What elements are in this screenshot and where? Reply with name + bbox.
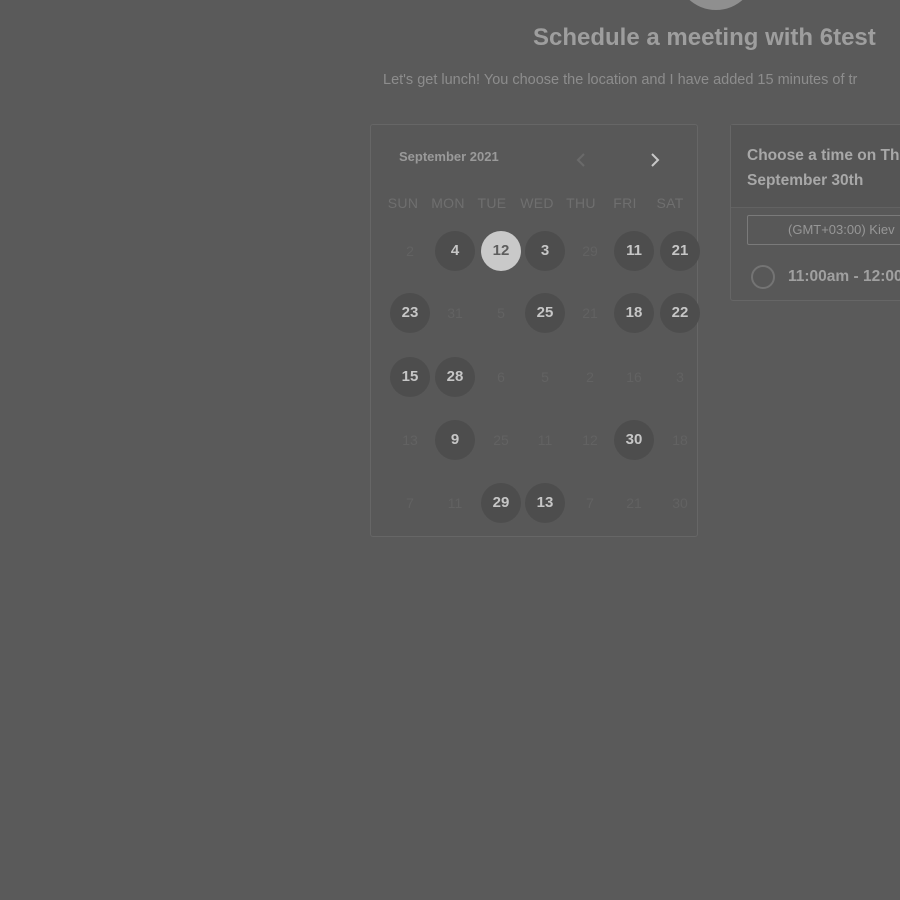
weekday-tue: TUE [477,195,507,211]
calendar-day[interactable]: 22 [660,293,700,333]
calendar-day: 2 [406,243,414,259]
date-picker-calendar: September 2021 SUN MON TUE WED THU FRI S… [370,124,700,537]
calendar-day[interactable]: 3 [525,231,565,271]
page-title: Schedule a meeting with 6test [533,24,876,51]
calendar-day: 18 [672,432,688,448]
time-panel-heading-line1: Choose a time on Th [747,147,900,164]
calendar-day: 3 [676,369,684,385]
calendar-day[interactable]: 11 [614,231,654,271]
calendar-day: 11 [537,432,553,448]
calendar-day: 7 [406,495,414,511]
timezone-select[interactable]: (GMT+03:00) Kiev [747,215,900,245]
time-slot-option[interactable]: 11:00am - 12:00 [751,265,900,291]
calendar-day[interactable]: 18 [614,293,654,333]
calendar-day[interactable]: 21 [660,231,700,271]
weekday-sat: SAT [656,195,684,211]
weekday-sun: SUN [387,195,419,211]
time-slot-label: 11:00am - 12:00 [788,268,900,285]
calendar-day: 5 [497,305,505,321]
time-panel-header: Choose a time on Th September 30th [731,125,900,208]
calendar-day[interactable]: 28 [435,357,475,397]
calendar-day[interactable]: 9 [435,420,475,460]
calendar-day[interactable]: 4 [435,231,475,271]
time-slot-panel: Choose a time on Th September 30th (GMT+… [730,124,900,301]
weekday-wed: WED [520,195,554,211]
calendar-day[interactable]: 13 [525,483,565,523]
next-month-button[interactable] [647,150,663,170]
calendar-day: 12 [582,432,598,448]
host-avatar [676,0,756,10]
calendar-day[interactable]: 29 [481,483,521,523]
calendar-day: 21 [626,495,642,511]
calendar-day: 29 [582,243,598,259]
calendar-day: 2 [586,369,594,385]
scheduling-page: Schedule a meeting with 6test Let's get … [0,0,900,900]
weekday-fri: FRI [613,195,637,211]
calendar-day: 31 [447,305,463,321]
weekday-header: SUN MON TUE WED THU FRI SAT [381,195,693,211]
time-panel-heading: Choose a time on Th September 30th [747,143,900,193]
calendar-day: 11 [447,495,463,511]
calendar-day: 6 [497,369,505,385]
calendar-day: 25 [493,432,509,448]
chevron-right-icon [651,153,660,167]
time-slot-radio[interactable] [751,265,775,289]
calendar-day: 13 [402,432,418,448]
time-panel-heading-line2: September 30th [747,172,864,189]
calendar-day[interactable]: 23 [390,293,430,333]
meeting-description: Let's get lunch! You choose the location… [383,72,858,88]
prev-month-button[interactable] [574,150,590,170]
calendar-day: 5 [541,369,549,385]
calendar-day: 21 [582,305,598,321]
calendar-day: 30 [672,495,688,511]
calendar-day[interactable]: 12 [481,231,521,271]
calendar-month-label: September 2021 [399,149,499,164]
weekday-thu: THU [566,195,596,211]
weekday-mon: MON [431,195,465,211]
calendar-day: 16 [626,369,642,385]
calendar-day[interactable]: 15 [390,357,430,397]
chevron-left-icon [576,153,585,167]
calendar-day[interactable]: 25 [525,293,565,333]
calendar-day[interactable]: 30 [614,420,654,460]
calendar-day: 7 [586,495,594,511]
